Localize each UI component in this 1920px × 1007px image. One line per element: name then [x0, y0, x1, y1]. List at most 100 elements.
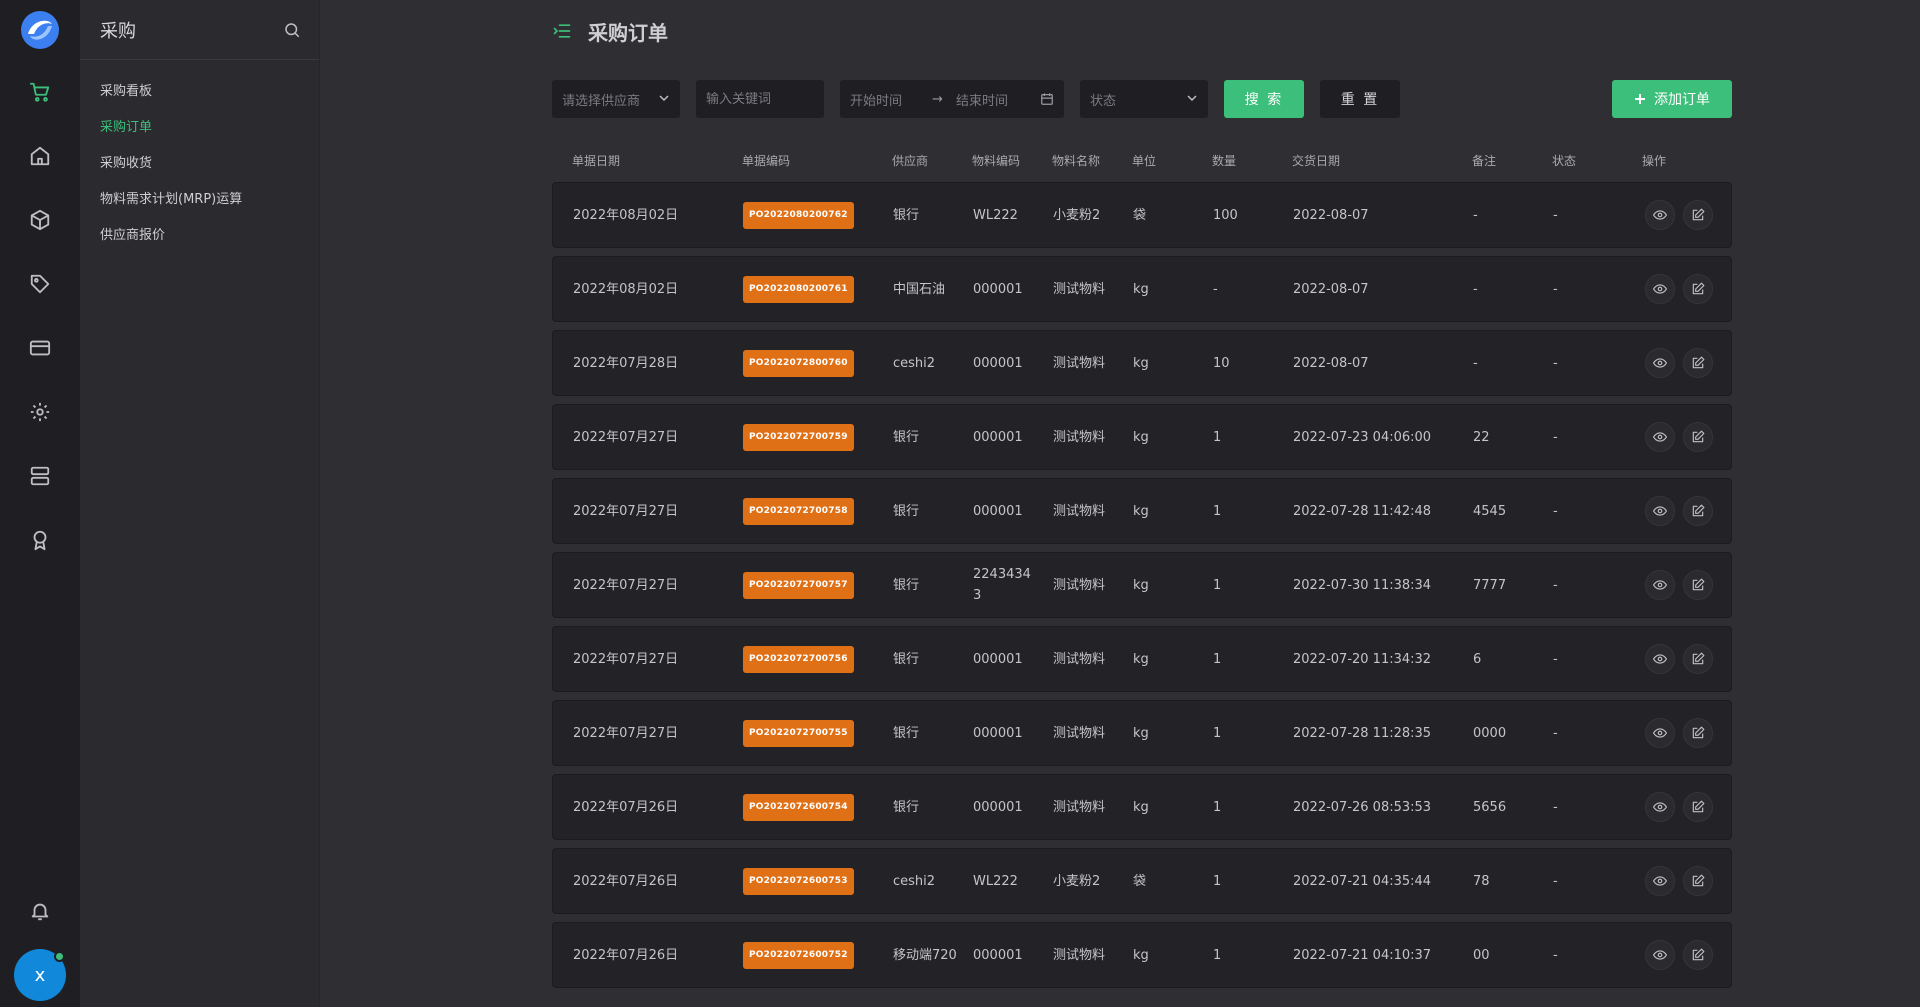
cell-delivery-date: 2022-07-26 08:53:53 — [1293, 775, 1463, 839]
subnav-item-purchase-orders[interactable]: 采购订单 — [80, 110, 319, 146]
edit-button[interactable] — [1683, 866, 1713, 896]
edit-icon — [1692, 874, 1705, 887]
card-icon[interactable] — [26, 334, 54, 362]
cell-unit-text: kg — [1133, 355, 1149, 371]
award-icon[interactable] — [26, 526, 54, 554]
page-header: 采购订单 — [552, 16, 668, 46]
edit-button[interactable] — [1683, 570, 1713, 600]
cell-remark: 0000 — [1473, 701, 1543, 765]
supplier-select[interactable]: 请选择供应商 — [552, 80, 680, 118]
cell-supplier: 银行 — [893, 627, 963, 691]
cell-quantity-text: 1 — [1213, 429, 1222, 445]
search-button[interactable]: 搜 索 — [1224, 80, 1304, 118]
doc-code-badge: PO2022072600752 — [743, 941, 854, 969]
view-button[interactable] — [1645, 718, 1675, 748]
eye-icon — [1653, 506, 1667, 516]
edit-icon — [1692, 356, 1705, 369]
edit-button[interactable] — [1683, 422, 1713, 452]
subnav-item-purchase-receiving[interactable]: 采购收货 — [80, 146, 319, 182]
search-icon[interactable] — [283, 21, 301, 39]
cell-doc-code: PO2022072700758 — [743, 479, 883, 543]
tag-icon[interactable] — [26, 270, 54, 298]
view-button[interactable] — [1645, 422, 1675, 452]
cell-status-text: - — [1553, 799, 1558, 815]
cell-material-code-text: 000001 — [973, 355, 1023, 371]
edit-button[interactable] — [1683, 200, 1713, 230]
cell-quantity-text: 1 — [1213, 799, 1222, 815]
cell-remark-text: 4545 — [1473, 503, 1507, 519]
edit-button[interactable] — [1683, 792, 1713, 822]
view-button[interactable] — [1645, 866, 1675, 896]
eye-icon — [1653, 284, 1667, 294]
cell-remark: 4545 — [1473, 479, 1543, 543]
cell-material-name: 小麦粉2 — [1053, 849, 1129, 913]
cell-material-name: 测试物料 — [1053, 775, 1129, 839]
cell-material-name: 测试物料 — [1053, 701, 1129, 765]
view-button[interactable] — [1645, 496, 1675, 526]
edit-icon — [1692, 948, 1705, 961]
cell-material-code: 22434343 — [973, 553, 1037, 617]
view-button[interactable] — [1645, 940, 1675, 970]
cell-remark-text: - — [1473, 281, 1478, 297]
column-header-unit: 单位 — [1132, 154, 1157, 168]
cell-quantity: 10 — [1213, 331, 1283, 395]
edit-button[interactable] — [1683, 718, 1713, 748]
table-row: 2022年07月26日 PO2022072600753 ceshi2 WL222 小麦粉… — [552, 848, 1732, 914]
table-row: 2022年07月27日 PO2022072700757 银行 22434343 测试物料… — [552, 552, 1732, 618]
cell-remark: 00 — [1473, 923, 1543, 987]
cell-material-name-text: 测试物料 — [1053, 503, 1106, 519]
avatar[interactable]: x — [14, 949, 66, 1001]
add-order-button[interactable]: 添加订单 — [1612, 80, 1732, 118]
cell-delivery-date-text: 2022-07-21 04:35:44 — [1293, 873, 1432, 889]
home-icon[interactable] — [26, 142, 54, 170]
doc-code-badge: PO2022080200762 — [743, 201, 854, 229]
edit-button[interactable] — [1683, 274, 1713, 304]
cell-supplier-text: ceshi2 — [893, 873, 936, 889]
column-header-delivery-date: 交货日期 — [1292, 154, 1341, 168]
range-separator: → — [932, 91, 943, 107]
cell-quantity-text: 1 — [1213, 503, 1222, 519]
cell-doc-date: 2022年07月27日 — [573, 701, 733, 765]
module-title: 采购 — [100, 20, 136, 42]
cell-supplier-text: 银行 — [893, 503, 920, 519]
edit-button[interactable] — [1683, 496, 1713, 526]
view-button[interactable] — [1645, 644, 1675, 674]
cell-material-name-text: 测试物料 — [1053, 281, 1106, 297]
bell-icon[interactable] — [26, 897, 54, 925]
edit-button[interactable] — [1683, 644, 1713, 674]
doc-code-badge: PO2022072700757 — [743, 571, 854, 599]
cell-quantity: 1 — [1213, 627, 1283, 691]
view-button[interactable] — [1645, 348, 1675, 378]
cell-supplier: 银行 — [893, 775, 963, 839]
box-icon[interactable] — [26, 206, 54, 234]
reset-button[interactable]: 重 置 — [1320, 80, 1400, 118]
cell-status-text: - — [1553, 429, 1558, 445]
logo-icon[interactable] — [20, 10, 60, 50]
view-button[interactable] — [1645, 792, 1675, 822]
menu-fold-icon[interactable] — [552, 21, 572, 41]
server-icon[interactable] — [26, 462, 54, 490]
subnav-item-supplier-quotes[interactable]: 供应商报价 — [80, 218, 319, 254]
cell-doc-code: PO2022072700756 — [743, 627, 883, 691]
edit-button[interactable] — [1683, 348, 1713, 378]
view-button[interactable] — [1645, 200, 1675, 230]
cell-material-code-text: WL222 — [973, 207, 1018, 223]
cell-doc-date-text: 2022年08月02日 — [573, 281, 679, 297]
date-range-picker[interactable]: 开始时间 → 结束时间 — [840, 80, 1064, 118]
column-header-status: 状态 — [1552, 154, 1577, 168]
gear-icon[interactable] — [26, 398, 54, 426]
subnav-item-purchase-dashboard[interactable]: 采购看板 — [80, 74, 319, 110]
status-select[interactable]: 状态 — [1080, 80, 1208, 118]
view-button[interactable] — [1645, 570, 1675, 600]
cell-material-name-text: 测试物料 — [1053, 799, 1106, 815]
keyword-input[interactable] — [706, 91, 814, 107]
view-button[interactable] — [1645, 274, 1675, 304]
edit-button[interactable] — [1683, 940, 1713, 970]
column-header-actions: 操作 — [1642, 154, 1667, 168]
cell-delivery-date: 2022-08-07 — [1293, 331, 1463, 395]
subnav-item-mrp[interactable]: 物料需求计划(MRP)运算 — [80, 182, 319, 218]
cell-material-name: 测试物料 — [1053, 405, 1129, 469]
subnav-list: 采购看板 采购订单 采购收货 物料需求计划(MRP)运算 供应商报价 — [80, 60, 319, 254]
doc-code-badge: PO2022080200761 — [743, 275, 854, 303]
cart-icon[interactable] — [26, 78, 54, 106]
